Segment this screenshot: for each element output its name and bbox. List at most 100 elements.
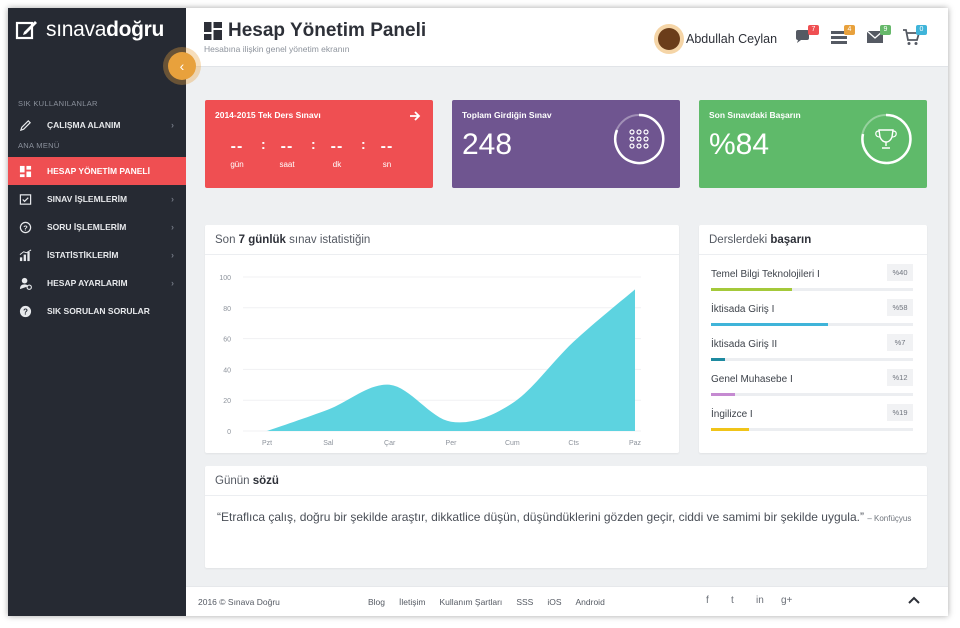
quote-text: “Etraflıca çalış, doğru bir şekilde araş… xyxy=(217,510,864,524)
countdown-value: -- xyxy=(330,138,344,155)
sidebar-item-questions[interactable]: ? SORU İŞLEMLERİM › xyxy=(8,213,186,241)
social-links: f t in g+ xyxy=(706,595,806,606)
footer-link-ios[interactable]: iOS xyxy=(547,597,561,607)
section-title-main: ANA MENÜ xyxy=(18,141,60,150)
course-percent: %12 xyxy=(887,369,913,386)
sidebar-item-label: HESAP YÖNETİM PANELİ xyxy=(47,166,150,176)
countdown-days: -- gün xyxy=(217,138,257,169)
dots-grid-icon xyxy=(614,113,665,165)
course-progress-fill xyxy=(711,393,736,396)
tasks-badge: 4 xyxy=(844,25,855,35)
stats-title-post: sınav istatistiğin xyxy=(285,234,371,246)
pencil-icon xyxy=(18,118,32,132)
countdown-minutes: -- dk xyxy=(317,138,357,169)
y-tick-label: 100 xyxy=(219,275,231,282)
logo[interactable]: sınava doğru xyxy=(8,8,186,52)
course-progress-bar xyxy=(711,358,913,361)
x-tick-label: Cum xyxy=(505,440,520,447)
course-name: Genel Muhasebe I xyxy=(711,374,793,385)
stats-panel-title: Son 7 günlük sınav istatistiğin xyxy=(205,225,679,255)
countdown-value: -- xyxy=(380,138,394,155)
question-icon: ? xyxy=(18,220,32,234)
sidebar-item-workspace[interactable]: ÇALIŞMA ALANIM › xyxy=(8,111,186,139)
stats-title-pre: Son xyxy=(215,234,239,246)
sidebar-item-exams[interactable]: SINAV İŞLEMLERİM › xyxy=(8,185,186,213)
exam-icon xyxy=(18,192,32,206)
courses-title-bold: başarın xyxy=(770,234,812,246)
page-title: Hesap Yönetim Paneli xyxy=(204,20,426,42)
course-name: İngilizce I xyxy=(711,409,753,420)
quote-panel-title: Günün sözü xyxy=(205,466,927,496)
total-exams-value: 248 xyxy=(462,128,513,161)
countdown-title: 2014-2015 Tek Ders Sınavı xyxy=(215,110,321,120)
countdown-hours: -- saat xyxy=(267,138,307,169)
quote-title-bold: sözü xyxy=(252,475,279,487)
last-exam-success-card: Son Sınavdaki Başarın %84 xyxy=(699,100,927,188)
chevron-right-icon: › xyxy=(171,222,174,232)
chevron-left-icon: ‹ xyxy=(179,58,185,74)
chevron-right-icon: › xyxy=(171,120,174,130)
sidebar-item-label: SIK SORULAN SORULAR xyxy=(47,306,150,316)
y-tick-label: 80 xyxy=(223,306,231,313)
stats-panel: Son 7 günlük sınav istatistiğin 0 20 40 60 8… xyxy=(205,225,679,453)
course-name: İktisada Giriş I xyxy=(711,304,775,315)
courses-title-pre: Derslerdeki xyxy=(709,234,771,246)
facebook-icon[interactable]: f xyxy=(706,595,731,606)
user-settings-icon xyxy=(18,276,32,290)
tasks-button[interactable]: 4 xyxy=(830,25,855,48)
chevron-right-icon: › xyxy=(171,250,174,260)
quote-text-block: “Etraflıca çalış, doğru bir şekilde araş… xyxy=(217,506,917,530)
logo-text-bold: doğru xyxy=(106,18,165,41)
chevron-up-icon[interactable] xyxy=(908,595,920,605)
page-title-text: Hesap Yönetim Paneli xyxy=(228,20,427,41)
footer-link-terms[interactable]: Kullanım Şartları xyxy=(439,597,502,607)
footer: 2016 © Sınava Doğru Blog İletişim Kullan… xyxy=(186,586,948,616)
arrow-right-icon[interactable] xyxy=(409,109,421,121)
course-name: Temel Bilgi Teknolojileri I xyxy=(711,269,820,280)
footer-link-blog[interactable]: Blog xyxy=(368,597,385,607)
total-exams-title: Toplam Girdiğin Sınav xyxy=(462,110,552,120)
course-name: İktisada Giriş II xyxy=(711,339,778,350)
x-tick-label: Cts xyxy=(568,440,579,447)
svg-text:?: ? xyxy=(23,223,28,232)
countdown-card: 2014-2015 Tek Ders Sınavı -- gün : -- saat… xyxy=(205,100,433,188)
chevron-right-icon: › xyxy=(171,278,174,288)
course-percent: %58 xyxy=(887,299,913,316)
sidebar-item-account-settings[interactable]: HESAP AYARLARIM › xyxy=(8,269,186,297)
footer-link-android[interactable]: Android xyxy=(576,597,605,607)
sidebar-collapse-button[interactable]: ‹ xyxy=(168,52,196,80)
quote-title-pre: Günün xyxy=(215,475,253,487)
quote-panel: Günün sözü “Etraflıca çalış, doğru bir ş… xyxy=(205,466,927,568)
footer-link-contact[interactable]: İletişim xyxy=(399,597,425,607)
x-tick-label: Çar xyxy=(384,440,396,447)
last-exam-title: Son Sınavdaki Başarın xyxy=(709,110,801,120)
messages-badge: 7 xyxy=(808,25,819,35)
stats-icon xyxy=(18,248,32,262)
countdown-separator: : xyxy=(361,136,366,152)
faq-icon: ? xyxy=(18,304,32,318)
sidebar: sınava doğru ‹ SIK KULLANILANLAR ÇALIŞMA … xyxy=(8,8,196,616)
x-tick-label: Per xyxy=(446,440,458,447)
courses-panel-title: Derslerdeki başarın xyxy=(699,225,927,255)
cart-button[interactable]: 0 xyxy=(902,25,927,48)
area-chart: 0 20 40 60 80 100 Pzt Sal Çar Per Cum Cts Paz xyxy=(219,275,641,447)
sidebar-item-label: HESAP AYARLARIM xyxy=(47,278,128,288)
total-exams-card: Toplam Girdiğin Sınav 248 xyxy=(452,100,680,188)
sidebar-item-faq[interactable]: ? SIK SORULAN SORULAR xyxy=(8,297,186,325)
countdown-unit: gün xyxy=(230,160,244,169)
linkedin-icon[interactable]: in xyxy=(756,595,781,606)
course-item: İktisada Giriş II %7 xyxy=(711,334,913,361)
stats-title-bold: 7 günlük xyxy=(238,234,286,246)
sidebar-item-statistics[interactable]: İSTATİSTİKLERİM › xyxy=(8,241,186,269)
user-menu[interactable]: Abdullah Ceylan xyxy=(658,28,777,50)
messages-button[interactable]: 7 xyxy=(794,25,819,48)
twitter-icon[interactable]: t xyxy=(731,595,756,606)
google-plus-icon[interactable]: g+ xyxy=(781,595,806,606)
footer-link-faq[interactable]: SSS xyxy=(516,597,533,607)
mail-button[interactable]: 9 xyxy=(866,25,891,48)
page-subtitle: Hesabına ilişkin genel yönetim ekranın xyxy=(204,44,350,54)
course-progress-bar xyxy=(711,288,913,291)
courses-panel: Derslerdeki başarın Temel Bilgi Teknoloj… xyxy=(699,225,927,453)
countdown-unit: sn xyxy=(382,160,392,169)
sidebar-item-dashboard[interactable]: HESAP YÖNETİM PANELİ xyxy=(8,157,186,185)
